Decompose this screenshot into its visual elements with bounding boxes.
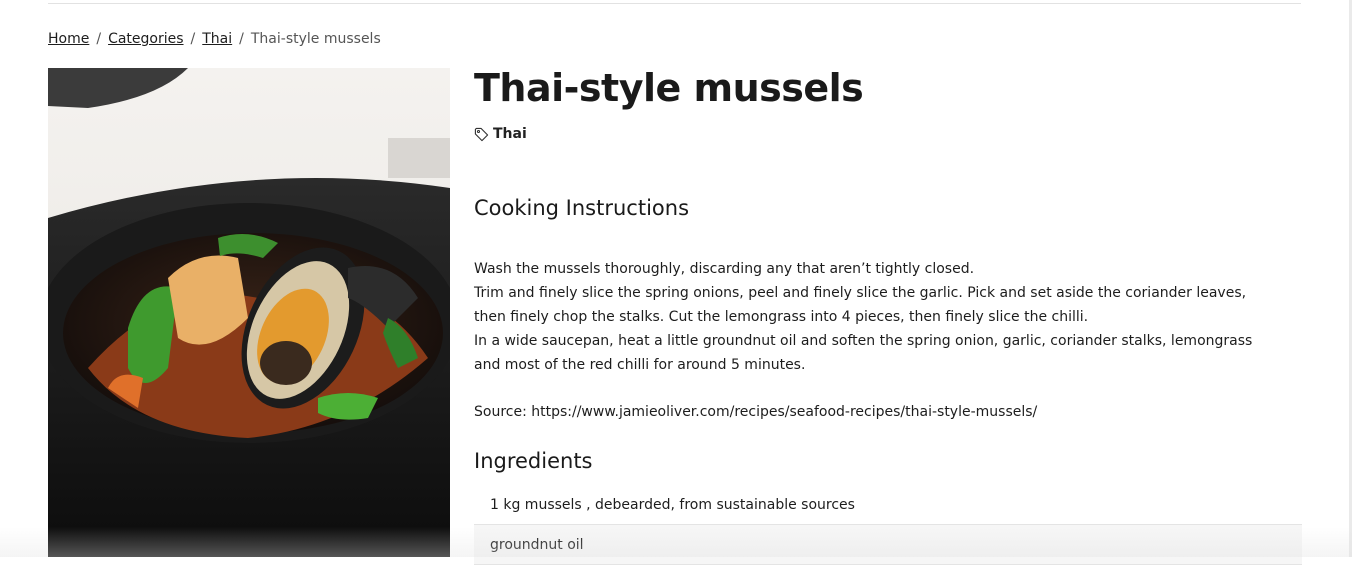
instruction-step: Trim and finely slice the spring onions,… bbox=[474, 285, 1247, 325]
recipe-title: Thai-style mussels bbox=[474, 66, 864, 110]
ingredient-item: groundnut oil bbox=[474, 525, 1302, 565]
breadcrumb-current: Thai-style mussels bbox=[250, 31, 381, 47]
breadcrumb-home-link[interactable]: Home bbox=[48, 31, 89, 47]
breadcrumb: Home / Categories / Thai / Thai-style mussels bbox=[48, 31, 381, 47]
ingredients-heading: Ingredients bbox=[474, 449, 593, 473]
breadcrumb-separator: / bbox=[190, 31, 196, 47]
cooking-instructions-heading: Cooking Instructions bbox=[474, 196, 690, 220]
ingredient-item: 1 kg mussels , debearded, from sustainab… bbox=[474, 486, 1302, 525]
instructions-text: Wash the mussels thoroughly, discarding … bbox=[474, 257, 1274, 377]
mussels-photo bbox=[48, 68, 450, 557]
category-tag-label: Thai bbox=[493, 126, 527, 142]
breadcrumb-categories-link[interactable]: Categories bbox=[108, 31, 183, 47]
tag-icon bbox=[474, 127, 489, 141]
breadcrumb-separator: / bbox=[96, 31, 102, 47]
recipe-source: Source: https://www.jamieoliver.com/reci… bbox=[474, 404, 1038, 420]
instruction-step: In a wide saucepan, heat a little ground… bbox=[474, 333, 1253, 373]
recipe-photo bbox=[48, 68, 450, 557]
breadcrumb-separator: / bbox=[239, 31, 244, 47]
category-tag[interactable]: Thai bbox=[474, 126, 527, 142]
instruction-step: Wash the mussels thoroughly, discarding … bbox=[474, 261, 975, 277]
breadcrumb-thai-link[interactable]: Thai bbox=[202, 31, 232, 47]
ingredients-list: 1 kg mussels , debearded, from sustainab… bbox=[474, 486, 1302, 565]
header-divider bbox=[48, 3, 1301, 4]
